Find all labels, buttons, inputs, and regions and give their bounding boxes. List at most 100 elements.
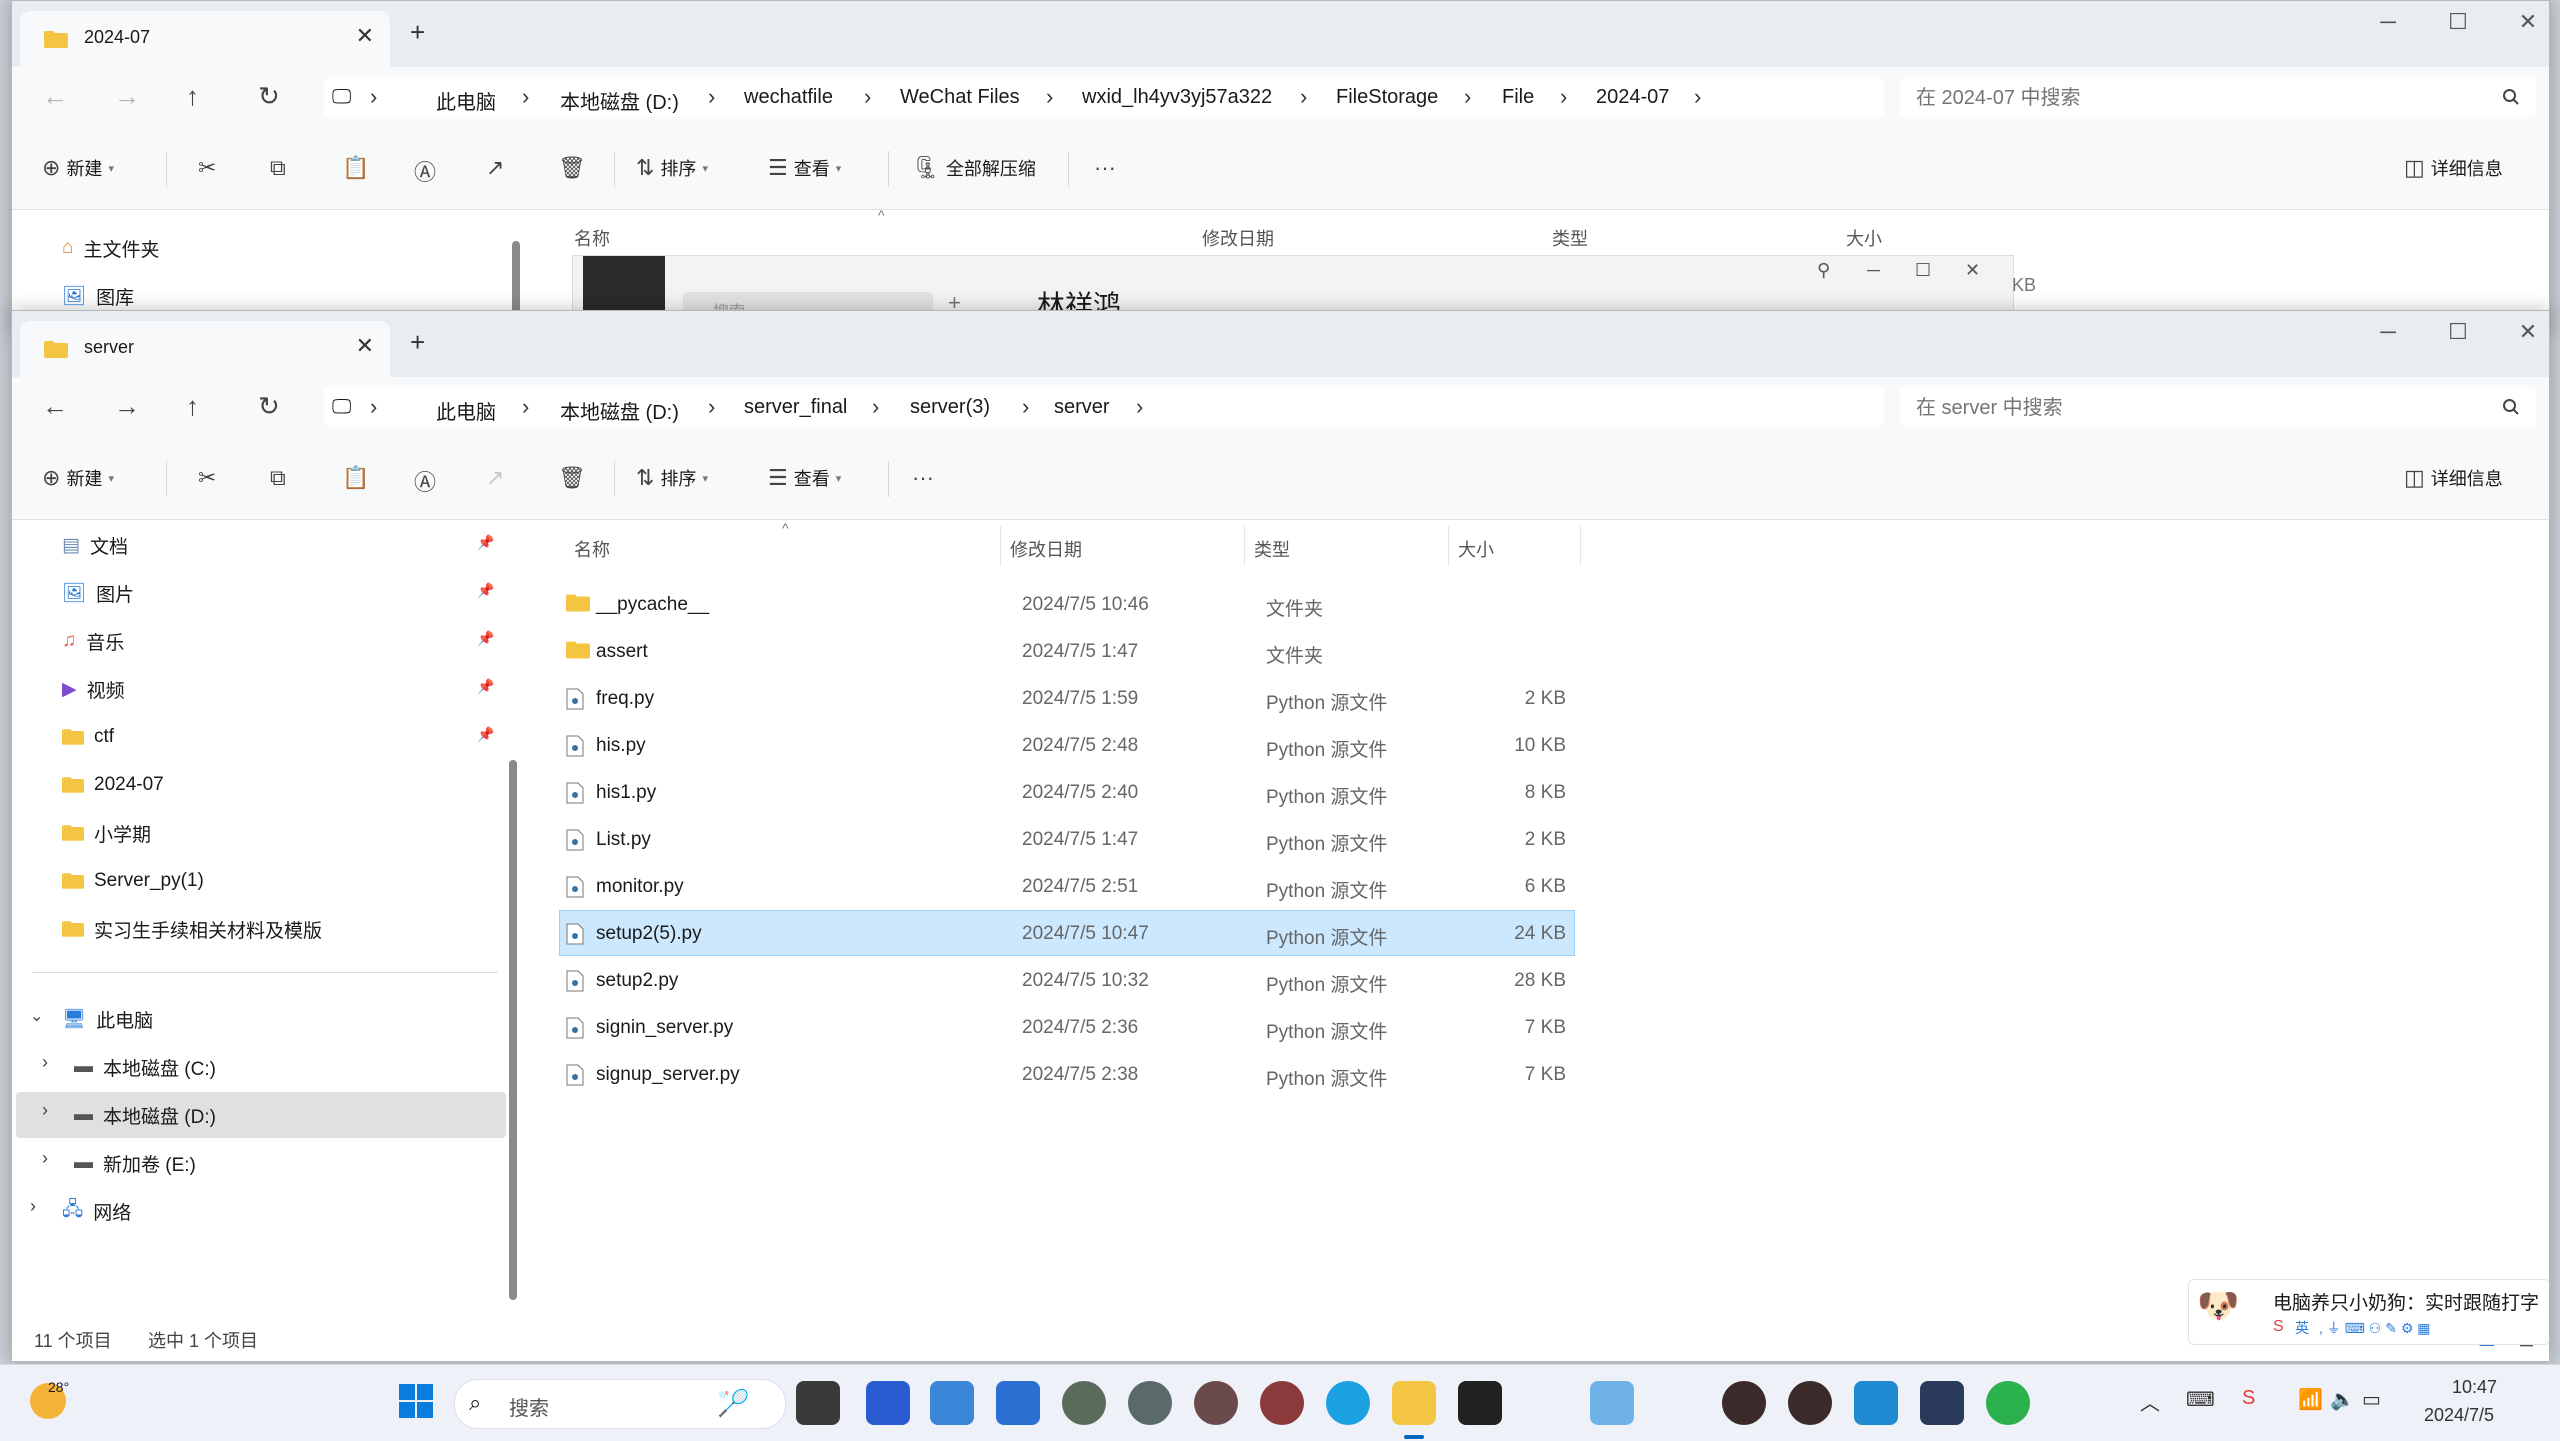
app-avatar-2-icon[interactable] xyxy=(1128,1381,1172,1425)
breadcrumb-item[interactable]: 本地磁盘 (D:) xyxy=(560,396,679,425)
scrollbar[interactable] xyxy=(509,760,517,1300)
details-button[interactable]: ◫ 详细信息 xyxy=(2404,155,2503,181)
file-row[interactable]: __pycache__ 2024/7/5 10:46 文件夹 xyxy=(560,582,1574,626)
new-button[interactable]: ⊕ 新建 ▾ xyxy=(42,465,114,491)
file-row[interactable]: his.py 2024/7/5 2:48 Python 源文件 10 KB xyxy=(560,723,1574,767)
clock-time[interactable]: 10:47 xyxy=(2452,1377,2497,1398)
tab-server[interactable]: server ✕ xyxy=(20,321,390,377)
new-button[interactable]: ⊕ 新建 ▾ xyxy=(42,155,114,181)
file-row[interactable]: setup2.py 2024/7/5 10:32 Python 源文件 28 K… xyxy=(560,958,1574,1002)
nav-videos[interactable]: ▶ 视频 xyxy=(62,674,125,704)
pin-icon[interactable]: 📌 xyxy=(477,582,494,599)
paste-button[interactable]: 📋 xyxy=(342,155,369,181)
nav-network[interactable]: 🖧 网络 xyxy=(62,1196,131,1226)
maximize-button[interactable]: ☐ xyxy=(2428,319,2488,345)
pin-icon[interactable]: 📌 xyxy=(477,534,494,551)
share-button[interactable]: ↗ xyxy=(486,465,504,491)
file-row[interactable]: List.py 2024/7/5 1:47 Python 源文件 2 KB xyxy=(560,817,1574,861)
nav-drive-c[interactable]: ▬ 本地磁盘 (C:) xyxy=(74,1052,216,1082)
taskbar-search[interactable]: ⌕ 搜索 🏸 xyxy=(454,1379,786,1429)
forward-icon[interactable]: → xyxy=(114,81,140,112)
nav-drive-e[interactable]: ▬ 新加卷 (E:) xyxy=(74,1148,196,1178)
sogou-tray-icon[interactable]: S xyxy=(2242,1387,2255,1410)
file-row[interactable]: freq.py 2024/7/5 1:59 Python 源文件 2 KB xyxy=(560,676,1574,720)
nav-this-pc[interactable]: 🖥 此电脑 xyxy=(62,1004,153,1034)
file-row[interactable]: monitor.py 2024/7/5 2:51 Python 源文件 6 KB xyxy=(560,864,1574,908)
computer-icon[interactable]: 🖵 xyxy=(332,396,351,419)
sort-button[interactable]: ⇅ 排序 ▾ xyxy=(636,155,708,181)
breadcrumb[interactable]: 🖵 › 此电脑 › 本地磁盘 (D:) › wechatfile › WeCha… xyxy=(324,77,1884,117)
back-icon[interactable]: ← xyxy=(42,391,68,422)
nav-folder-2024-07[interactable]: 2024-07 xyxy=(62,770,164,800)
delete-button[interactable]: 🗑 xyxy=(558,465,586,491)
wifi-icon[interactable]: 📶 xyxy=(2298,1387,2323,1412)
minimize-button[interactable]: ─ xyxy=(2358,9,2418,35)
chevron-down-icon[interactable]: ⌄ xyxy=(30,1006,43,1026)
nav-folder-ctf[interactable]: ctf xyxy=(62,722,114,752)
close-button[interactable]: ✕ xyxy=(1965,260,1980,281)
start-button[interactable] xyxy=(396,1381,440,1425)
forward-icon[interactable]: → xyxy=(114,391,140,422)
chevron-right-icon[interactable]: › xyxy=(1464,84,1471,110)
details-button[interactable]: ◫ 详细信息 xyxy=(2404,465,2503,491)
breadcrumb-item[interactable]: 此电脑 xyxy=(436,86,496,115)
pin-icon[interactable]: 📌 xyxy=(477,726,494,743)
search-box[interactable] xyxy=(1900,387,2536,427)
column-date[interactable]: 修改日期 xyxy=(1010,536,1082,562)
search-box[interactable] xyxy=(1900,77,2536,117)
breadcrumb-item[interactable]: server xyxy=(1054,396,1110,419)
chevron-right-icon[interactable]: › xyxy=(30,1196,36,1217)
column-divider[interactable] xyxy=(1580,526,1581,566)
nav-documents[interactable]: ▤ 文档 xyxy=(62,530,128,560)
breadcrumb-item[interactable]: 2024-07 xyxy=(1596,86,1669,109)
wechat-icon[interactable] xyxy=(1986,1381,2030,1425)
new-tab-button[interactable]: + xyxy=(410,17,425,48)
maximize-button[interactable]: ☐ xyxy=(1915,260,1931,281)
tray-app-icon[interactable]: ⌨ xyxy=(2186,1387,2215,1412)
extract-all-button[interactable]: 🗜 全部解压缩 xyxy=(912,155,1036,181)
refresh-icon[interactable]: ↻ xyxy=(258,81,280,112)
close-tab-icon[interactable]: ✕ xyxy=(356,23,374,49)
rename-button[interactable]: Ⓐ xyxy=(414,155,436,187)
chevron-right-icon[interactable]: › xyxy=(1694,84,1701,110)
close-window-button[interactable]: ✕ xyxy=(2498,9,2549,35)
file-row[interactable]: assert 2024/7/5 1:47 文件夹 xyxy=(560,629,1574,673)
chevron-right-icon[interactable]: › xyxy=(708,84,715,110)
file-row[interactable]: signin_server.py 2024/7/5 2:36 Python 源文… xyxy=(560,1005,1574,1049)
pin-icon[interactable]: ⚲ xyxy=(1817,260,1830,281)
app-avatar-4-icon[interactable] xyxy=(1260,1381,1304,1425)
pin-icon[interactable]: 📌 xyxy=(477,630,494,647)
notification-toast[interactable]: 🐶 电脑养只小奶狗：实时跟随打字 S 英 , ⏚ ⌨ ⚇ ✎ ⚙ ▦ xyxy=(2188,1279,2549,1345)
chevron-right-icon[interactable]: › xyxy=(864,84,871,110)
delete-button[interactable]: 🗑 xyxy=(558,155,586,181)
column-divider[interactable] xyxy=(1244,526,1245,566)
breadcrumb-item[interactable]: 本地磁盘 (D:) xyxy=(560,86,679,115)
column-type[interactable]: 类型 xyxy=(1552,225,1588,251)
chevron-right-icon[interactable]: › xyxy=(1300,84,1307,110)
column-date[interactable]: 修改日期 xyxy=(1202,225,1274,251)
clock-date[interactable]: 2024/7/5 xyxy=(2424,1405,2494,1426)
chevron-right-icon[interactable]: › xyxy=(42,1148,48,1169)
chevron-right-icon[interactable]: › xyxy=(42,1052,48,1073)
file-row[interactable]: signup_server.py 2024/7/5 2:38 Python 源文… xyxy=(560,1052,1574,1096)
more-button[interactable]: ··· xyxy=(912,465,934,491)
vscode-icon[interactable] xyxy=(1854,1381,1898,1425)
up-icon[interactable]: ↑ xyxy=(186,81,199,112)
cut-button[interactable]: ✂ xyxy=(198,155,216,181)
nav-folder-internship[interactable]: 实习生手续相关材料及模版 xyxy=(62,914,322,944)
copy-button[interactable]: ⧉ xyxy=(270,155,286,181)
search-input[interactable] xyxy=(1914,393,2478,423)
bug-icon[interactable] xyxy=(1722,1381,1766,1425)
battery-icon[interactable]: ▭ xyxy=(2362,1387,2381,1412)
up-icon[interactable]: ↑ xyxy=(186,391,199,422)
file-row-selected[interactable]: setup2(5).py 2024/7/5 10:47 Python 源文件 2… xyxy=(559,910,1575,956)
app-exe-icon[interactable] xyxy=(866,1381,910,1425)
computer-icon[interactable]: 🖵 xyxy=(332,86,351,109)
column-name[interactable]: 名称 xyxy=(574,536,610,562)
view-button[interactable]: ☰ 查看 ▾ xyxy=(768,155,841,181)
copy-button[interactable]: ⧉ xyxy=(270,465,286,491)
pin-icon[interactable]: 📌 xyxy=(477,678,494,695)
column-divider[interactable] xyxy=(1448,526,1449,566)
cat-app-icon[interactable] xyxy=(1920,1381,1964,1425)
file-explorer-icon[interactable] xyxy=(1392,1381,1436,1425)
